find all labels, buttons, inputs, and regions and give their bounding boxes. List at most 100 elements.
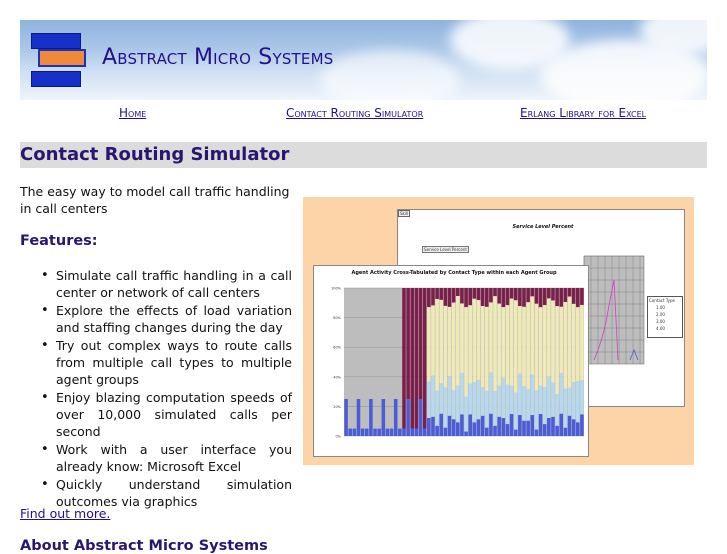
bar-segment [484, 427, 489, 436]
agent-activity-chart: Agent Activity Cross-Tabulated by Contac… [313, 265, 589, 457]
bar-segment [447, 415, 452, 436]
find-out-more-link[interactable]: Find out more. [20, 506, 110, 521]
bar-segment [493, 391, 497, 426]
bar-segment [451, 390, 456, 420]
bar-segment [476, 379, 481, 420]
agent-activity-plot: 100% 80% 60% 40% 20% 0% [331, 287, 584, 439]
bar-segment [509, 288, 514, 299]
bar-segment [439, 288, 444, 300]
bar-segment [348, 428, 352, 436]
bar-segment [542, 424, 547, 436]
bar-segment [431, 305, 435, 376]
bar-segment [373, 428, 377, 436]
bar-segment [551, 288, 555, 301]
company-logo[interactable] [31, 33, 87, 89]
nav-erlang-library[interactable]: Erlang Library for Excel [520, 106, 646, 120]
bar-segment [410, 288, 415, 429]
bar-segment [497, 385, 501, 417]
bar-segment [563, 288, 568, 303]
bar-segment [472, 288, 477, 299]
bar-segment [522, 306, 526, 387]
bar-segment [435, 298, 439, 391]
bar-segment [542, 288, 547, 306]
bar-segment [551, 416, 555, 436]
bar-segment [468, 288, 472, 306]
bar-segment [538, 414, 543, 436]
bar-segment [563, 427, 568, 436]
list-item: Enjoy blazing computation speeds of over… [41, 389, 292, 440]
bar-segment [542, 305, 547, 387]
bar-segment [538, 288, 543, 308]
legend-item: 2.00 [656, 312, 665, 317]
bar-segment [456, 295, 460, 386]
bar-segment [352, 428, 357, 436]
bar-segment [571, 303, 576, 383]
bar-segment [497, 416, 501, 436]
bar-segment [422, 288, 427, 429]
bar-segment [555, 394, 559, 426]
bar-segment [456, 385, 460, 423]
bar-segment [369, 399, 373, 436]
brand-name: Abstract Micro Systems [102, 45, 334, 70]
bar-segment [439, 413, 444, 436]
bar-segment [530, 374, 535, 416]
bar-segment [580, 380, 584, 415]
y-tick-label: 0% [335, 435, 341, 439]
bar-segment [576, 307, 580, 382]
nav-home[interactable]: Home [119, 106, 146, 120]
site-header: Abstract Micro Systems [20, 20, 707, 100]
bar-segment [501, 377, 506, 419]
bar-segment [480, 415, 485, 436]
bar-segment [476, 288, 481, 301]
page-title-bar: Contact Routing Simulator [20, 142, 707, 168]
bar-segment [513, 429, 518, 436]
bar-segment [472, 298, 477, 383]
bar-segment [447, 306, 452, 377]
list-item: Explore the effects of load variation an… [41, 302, 292, 336]
y-tick-label: 40% [333, 375, 341, 379]
bar-segment [389, 428, 394, 436]
bar-segment [526, 288, 530, 303]
bar-segment [431, 288, 435, 306]
bar-segment [414, 288, 419, 429]
bar-segment [464, 307, 468, 397]
bar-segment [493, 425, 497, 436]
bar-segment [410, 428, 415, 436]
bar-segment [427, 288, 431, 308]
bar-segment [344, 399, 348, 436]
bar-segment [447, 376, 452, 416]
bar-segment [422, 428, 427, 436]
contact-type-legend: Contact Type 1.00 2.00 3.00 4.00 [647, 296, 683, 338]
bar-segment [402, 428, 406, 436]
bar-segment [431, 375, 435, 417]
simulator-screenshot: Skill Service Level Percent Service Leve… [303, 197, 694, 465]
bar-segment [547, 376, 551, 419]
bar-segment [559, 373, 564, 414]
bar-segment [381, 399, 386, 436]
bar-segment [480, 387, 485, 416]
bar-segment [551, 382, 555, 417]
bar-segment [559, 413, 564, 436]
bar-segment [406, 288, 410, 399]
bar-segment [542, 386, 547, 425]
top-nav: Home Contact Routing Simulator Erlang Li… [20, 100, 707, 126]
bar-segment [464, 396, 468, 432]
bar-segment [559, 288, 564, 307]
bar-segment [580, 304, 584, 381]
bar-segment [385, 428, 390, 436]
bar-segment [501, 288, 506, 308]
bar-segment [435, 288, 439, 299]
bar-segment [563, 302, 568, 389]
bar-segment [526, 389, 530, 421]
nav-contact-routing-simulator[interactable]: Contact Routing Simulator [286, 106, 423, 120]
legend-item: 1.00 [656, 305, 665, 310]
legend-item: 3.00 [656, 319, 665, 324]
bar-segment [497, 303, 501, 386]
bar-segment [526, 420, 530, 436]
bar-segment [505, 384, 510, 425]
bar-segment [534, 429, 539, 436]
bar-segment [476, 300, 481, 380]
bar-segment [534, 390, 539, 430]
bar-segment [468, 414, 472, 436]
bar-segment [468, 383, 472, 415]
